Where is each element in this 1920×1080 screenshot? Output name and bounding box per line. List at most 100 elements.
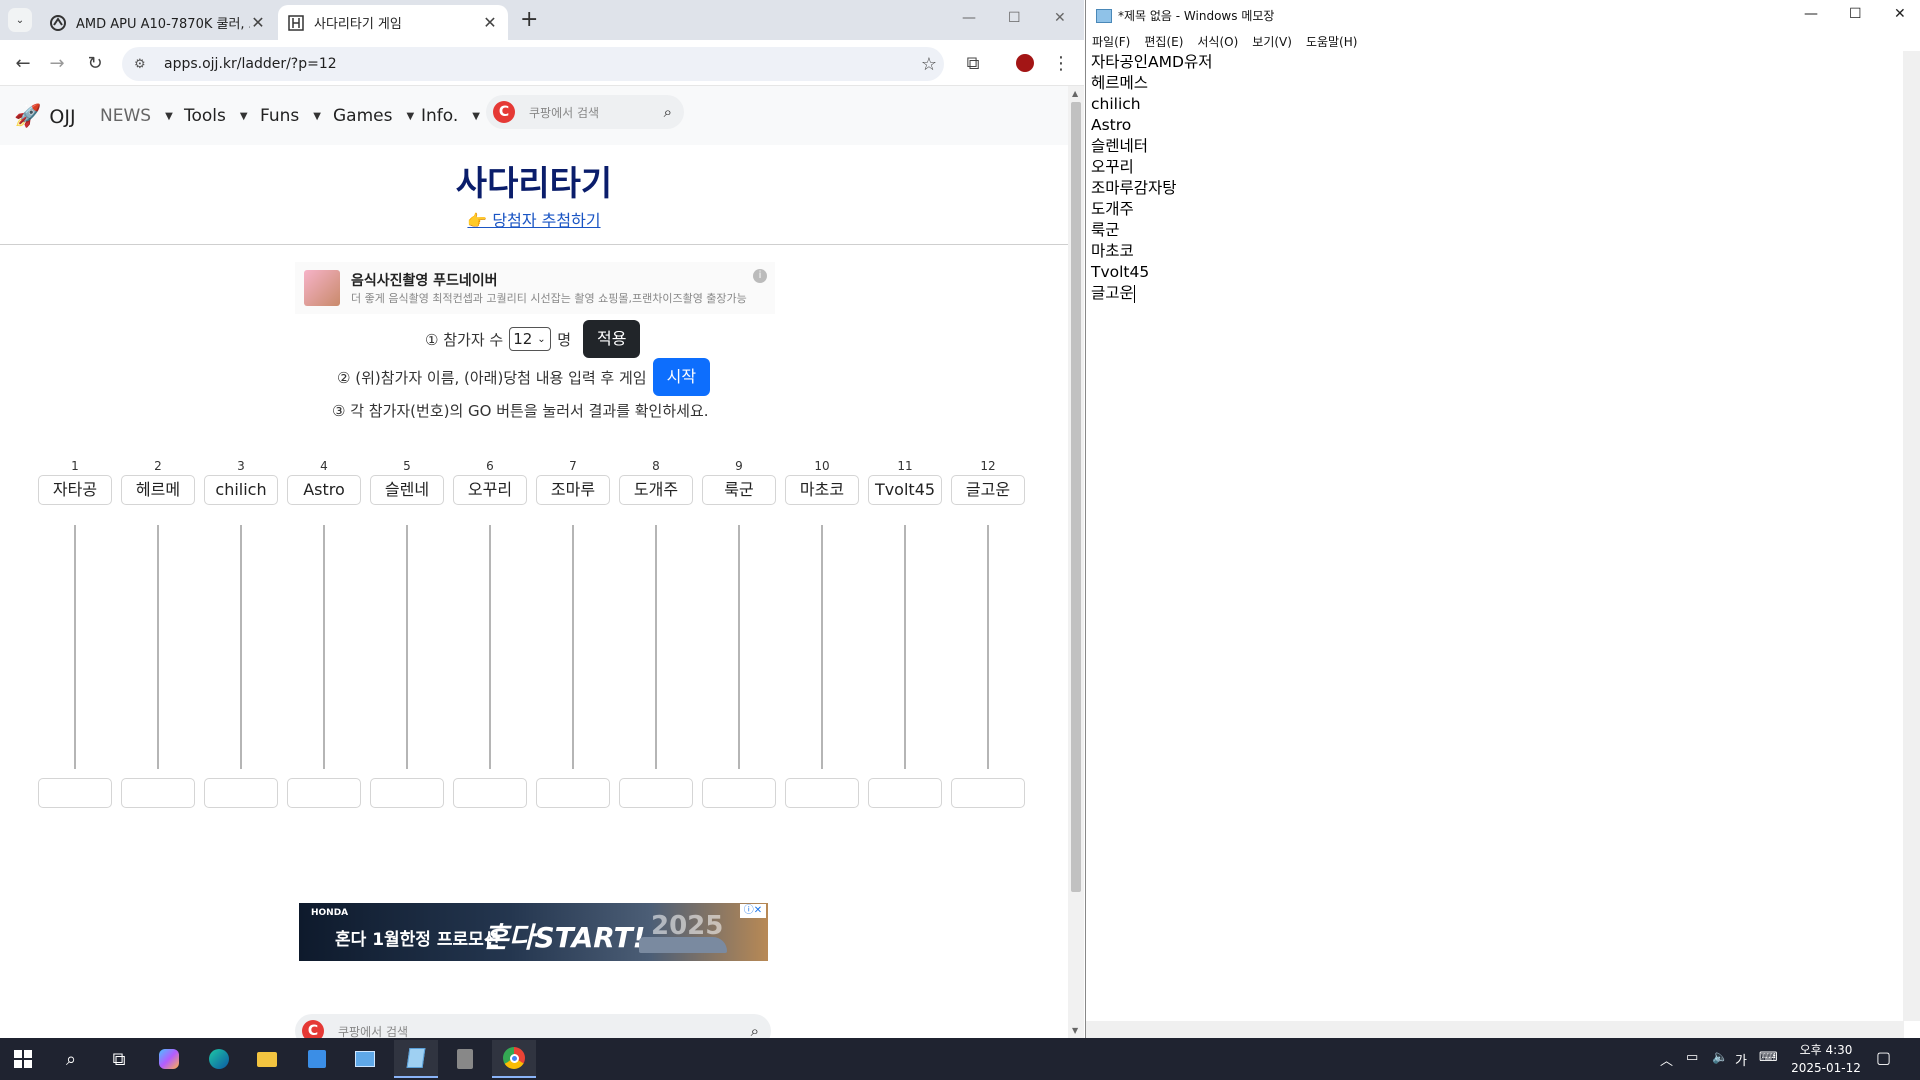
participant-name-input[interactable]: 자타공: [38, 475, 112, 505]
ad-info-icon[interactable]: i: [753, 269, 767, 283]
notification-icon[interactable]: ▢: [1876, 1048, 1891, 1067]
search-icon[interactable]: ⌕: [751, 1022, 759, 1038]
back-arrow-icon[interactable]: ←: [10, 50, 36, 76]
chrome-taskbar-icon[interactable]: [492, 1040, 536, 1078]
forward-arrow-icon[interactable]: →: [44, 50, 70, 76]
food-photo-ad[interactable]: 음식사진촬영 푸드네이버 더 좋게 음식촬영 최적컨셉과 고퀄리티 시선잡는 촬…: [295, 262, 775, 314]
participant-name-input[interactable]: 마초코: [785, 475, 859, 505]
caret-down-icon: ▼: [313, 110, 321, 122]
participant-name-input[interactable]: Tvolt45: [868, 475, 942, 505]
menu-file[interactable]: 파일(F): [1092, 33, 1130, 50]
result-input[interactable]: [453, 778, 527, 808]
chevron-up-icon[interactable]: ︿: [1660, 1050, 1673, 1069]
page-scrollbar[interactable]: ▲ ▼: [1068, 86, 1084, 1038]
copilot-icon[interactable]: [156, 1046, 182, 1072]
result-input[interactable]: [619, 778, 693, 808]
microsoft-store-icon[interactable]: [304, 1046, 330, 1072]
reload-icon[interactable]: ↻: [82, 50, 108, 76]
page-title: 사다리타기: [455, 164, 613, 204]
menu-help[interactable]: 도움말(H): [1306, 33, 1358, 50]
nav-funs[interactable]: Funs ▼: [260, 106, 321, 126]
browser-toolbar: ← → ↻ ⚙ apps.ojj.kr/ladder/?p=12 ☆ ⧉ ⋮: [0, 40, 1084, 86]
caret-down-icon: ▼: [406, 110, 415, 122]
menu-kebab-icon[interactable]: ⋮: [1048, 50, 1074, 76]
apply-button[interactable]: 적용: [583, 320, 641, 358]
close-window-icon[interactable]: ✕: [1894, 6, 1906, 22]
menu-format[interactable]: 서식(O): [1197, 33, 1238, 50]
profile-avatar[interactable]: [1012, 50, 1038, 76]
maximize-icon[interactable]: ☐: [1849, 6, 1862, 22]
tab-amd-apu[interactable]: AMD APU A10-7870K 쿨러, 브 ✕: [40, 5, 276, 40]
extensions-puzzle-icon[interactable]: ⧉: [960, 50, 986, 76]
scroll-up-icon[interactable]: ▲: [1072, 89, 1078, 98]
search-icon[interactable]: ⌕: [58, 1046, 84, 1072]
menu-view[interactable]: 보기(V): [1252, 33, 1292, 50]
divider: [0, 244, 1068, 245]
volume-icon[interactable]: 🔈: [1712, 1050, 1728, 1065]
coupang-search-bar[interactable]: C 쿠팡에서 검색 ⌕: [486, 95, 684, 129]
site-info-icon[interactable]: ⚙: [134, 57, 156, 72]
draw-winner-link[interactable]: 👉 당첨자 추첨하기: [0, 207, 1068, 231]
ime-indicator[interactable]: 가: [1735, 1050, 1747, 1069]
minimize-icon[interactable]: —: [962, 10, 976, 26]
notepad-text-area[interactable]: 자타공인AMD유저 헤르메스 chilich Astro 슬렌네터 오꾸리 조마루감자탕 도개…: [1091, 52, 1891, 304]
honda-banner-ad[interactable]: HONDA 혼다 1월한정 프로모션 혼다START! 2025 ⓘ✕: [299, 903, 768, 961]
ad-close-icon[interactable]: ⓘ✕: [740, 904, 766, 918]
coupang-search-bar-bottom[interactable]: C 쿠팡에서 검색 ⌕: [295, 1014, 771, 1038]
network-icon[interactable]: ▭: [1686, 1050, 1698, 1065]
nav-info[interactable]: Info. ▼: [421, 106, 480, 126]
result-input[interactable]: [121, 778, 195, 808]
edge-browser-icon[interactable]: [206, 1046, 232, 1072]
file-explorer-icon[interactable]: [254, 1046, 280, 1072]
site-logo[interactable]: 🚀 OJJ: [14, 104, 76, 129]
result-input[interactable]: [702, 778, 776, 808]
result-input[interactable]: [536, 778, 610, 808]
notepad-line-text: Astro: [1091, 116, 1132, 134]
nav-news[interactable]: NEWS ▼: [100, 106, 173, 126]
calculator-icon[interactable]: [452, 1046, 478, 1072]
search-icon[interactable]: ⌕: [664, 103, 672, 121]
close-window-icon[interactable]: ✕: [1054, 10, 1066, 26]
participant-name-input[interactable]: 슬렌네: [370, 475, 444, 505]
start-windows-icon[interactable]: [10, 1046, 36, 1072]
result-input[interactable]: [785, 778, 859, 808]
nav-games[interactable]: Games ▼: [333, 106, 414, 126]
new-tab-button[interactable]: +: [520, 8, 538, 32]
task-view-icon[interactable]: ⧉: [106, 1046, 132, 1072]
participant-name-input[interactable]: 글고운: [951, 475, 1025, 505]
participant-name-input[interactable]: 헤르메: [121, 475, 195, 505]
notepad-taskbar-icon[interactable]: [394, 1040, 438, 1078]
result-input[interactable]: [951, 778, 1025, 808]
participant-name-input[interactable]: 오꾸리: [453, 475, 527, 505]
tab-ladder-game[interactable]: 사다리타기 게임 ✕: [278, 5, 508, 40]
participants-select[interactable]: 12 ⌄: [509, 327, 552, 351]
control-panel-icon[interactable]: [352, 1046, 378, 1072]
result-input[interactable]: [287, 778, 361, 808]
address-bar[interactable]: ⚙ apps.ojj.kr/ladder/?p=12 ☆: [122, 47, 944, 81]
result-input[interactable]: [38, 778, 112, 808]
keyboard-icon[interactable]: ⌨: [1759, 1050, 1778, 1065]
participant-name-input[interactable]: 도개주: [619, 475, 693, 505]
close-tab-icon[interactable]: ✕: [482, 13, 498, 32]
nav-tools[interactable]: Tools ▼: [184, 106, 248, 126]
participant-name-input[interactable]: chilich: [204, 475, 278, 505]
notepad-vertical-scrollbar[interactable]: [1903, 51, 1920, 1021]
participant-name-input[interactable]: 조마루: [536, 475, 610, 505]
maximize-icon[interactable]: ☐: [1008, 10, 1021, 26]
participant-name-input[interactable]: 룩군: [702, 475, 776, 505]
start-button[interactable]: 시작: [652, 358, 711, 396]
bookmark-star-icon[interactable]: ☆: [914, 54, 944, 75]
notepad-horizontal-scrollbar[interactable]: [1086, 1021, 1904, 1038]
minimize-icon[interactable]: —: [1804, 6, 1818, 22]
scrollbar-thumb[interactable]: [1071, 102, 1081, 892]
participant-name-input[interactable]: Astro: [287, 475, 361, 505]
menu-edit[interactable]: 편집(E): [1144, 33, 1183, 50]
close-tab-icon[interactable]: ✕: [250, 13, 266, 32]
system-clock[interactable]: 오후 4:30 2025-01-12: [1790, 1041, 1862, 1077]
result-input[interactable]: [204, 778, 278, 808]
notepad-line: 도개주: [1091, 199, 1891, 220]
result-input[interactable]: [868, 778, 942, 808]
result-input[interactable]: [370, 778, 444, 808]
tab-search-button[interactable]: ⌄: [8, 8, 32, 32]
scroll-down-icon[interactable]: ▼: [1072, 1026, 1078, 1035]
